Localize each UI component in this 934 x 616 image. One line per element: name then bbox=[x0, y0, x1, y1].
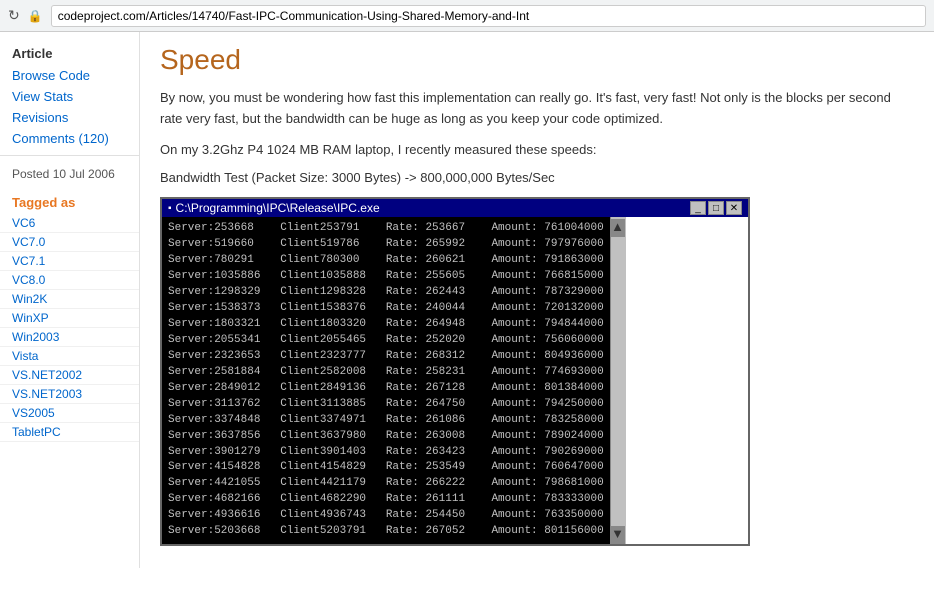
cmd-minimize-btn[interactable]: _ bbox=[690, 201, 706, 215]
cmd-line: Server:1035886 Client1035888 Rate: 25560… bbox=[168, 269, 604, 285]
cmd-line: Server:3901279 Client3901403 Rate: 26342… bbox=[168, 445, 604, 461]
cmd-line: Server:519660 Client519786 Rate: 265992 … bbox=[168, 237, 604, 253]
view-stats-link[interactable]: View Stats bbox=[0, 86, 139, 107]
section-heading: Speed bbox=[160, 44, 914, 76]
cmd-line: Server:2581884 Client2582008 Rate: 25823… bbox=[168, 365, 604, 381]
url-bar[interactable] bbox=[51, 5, 926, 27]
cmd-line: Server:2849012 Client2849136 Rate: 26712… bbox=[168, 381, 604, 397]
sidebar-tag-winxp[interactable]: WinXP bbox=[0, 309, 139, 328]
cmd-restore-btn[interactable]: □ bbox=[708, 201, 724, 215]
sidebar-tagged-label: Tagged as bbox=[0, 187, 139, 214]
sidebar-posted: Posted 10 Jul 2006 bbox=[0, 162, 139, 187]
comments-link[interactable]: Comments (120) bbox=[0, 128, 139, 149]
cmd-line: Server:2055341 Client2055465 Rate: 25202… bbox=[168, 333, 604, 349]
scrollbar-thumb-up[interactable]: ▲ bbox=[611, 219, 625, 237]
browser-bar: ↻ 🔒 bbox=[0, 0, 934, 32]
sidebar-section-label: Article bbox=[0, 40, 139, 65]
content-para-2: On my 3.2Ghz P4 1024 MB RAM laptop, I re… bbox=[160, 140, 914, 161]
sidebar-tag-vista[interactable]: Vista bbox=[0, 347, 139, 366]
cmd-line: Server:2323653 Client2323777 Rate: 26831… bbox=[168, 349, 604, 365]
sidebar-tag-vc7.0[interactable]: VC7.0 bbox=[0, 233, 139, 252]
reload-icon[interactable]: ↻ bbox=[8, 7, 20, 24]
tags-container: VC6VC7.0VC7.1VC8.0Win2KWinXPWin2003Vista… bbox=[0, 214, 139, 442]
cmd-titlebar-controls: _ □ ✕ bbox=[690, 201, 742, 215]
cmd-line: Server:780291 Client780300 Rate: 260621 … bbox=[168, 253, 604, 269]
revisions-link[interactable]: Revisions bbox=[0, 107, 139, 128]
cmd-icon: ▪ bbox=[168, 203, 172, 214]
cmd-line: Server:4154828 Client4154829 Rate: 25354… bbox=[168, 460, 604, 476]
cmd-close-btn[interactable]: ✕ bbox=[726, 201, 742, 215]
sidebar-tag-win2003[interactable]: Win2003 bbox=[0, 328, 139, 347]
sidebar-divider bbox=[0, 155, 139, 156]
lock-icon: 🔒 bbox=[28, 9, 43, 23]
sidebar-tag-vs.net2002[interactable]: VS.NET2002 bbox=[0, 366, 139, 385]
cmd-line: Server:1538373 Client1538376 Rate: 24004… bbox=[168, 301, 604, 317]
sidebar-tag-vc7.1[interactable]: VC7.1 bbox=[0, 252, 139, 271]
sidebar-tag-vc8.0[interactable]: VC8.0 bbox=[0, 271, 139, 290]
cmd-titlebar-left: ▪ C:\Programming\IPC\Release\IPC.exe bbox=[168, 201, 380, 215]
cmd-body-container: Server:253668 Client253791 Rate: 253667 … bbox=[162, 217, 748, 544]
cmd-line: Server:5203668 Client5203791 Rate: 26705… bbox=[168, 524, 604, 540]
browse-code-link[interactable]: Browse Code bbox=[0, 65, 139, 86]
cmd-line: Server:4936616 Client4936743 Rate: 25445… bbox=[168, 508, 604, 524]
content-para-1: By now, you must be wondering how fast t… bbox=[160, 88, 914, 130]
cmd-title: C:\Programming\IPC\Release\IPC.exe bbox=[176, 201, 380, 215]
page-container: Article Browse Code View Stats Revisions… bbox=[0, 32, 934, 568]
bandwidth-line: Bandwidth Test (Packet Size: 3000 Bytes)… bbox=[160, 170, 914, 185]
cmd-line: Server:4421055 Client4421179 Rate: 26622… bbox=[168, 476, 604, 492]
sidebar-tag-vs.net2003[interactable]: VS.NET2003 bbox=[0, 385, 139, 404]
cmd-scrollbar[interactable]: ▲ ▼ bbox=[610, 217, 626, 544]
sidebar-tag-win2k[interactable]: Win2K bbox=[0, 290, 139, 309]
sidebar-tag-vs2005[interactable]: VS2005 bbox=[0, 404, 139, 423]
sidebar: Article Browse Code View Stats Revisions… bbox=[0, 32, 140, 568]
sidebar-tag-vc6[interactable]: VC6 bbox=[0, 214, 139, 233]
cmd-line: Server:1803321 Client1803320 Rate: 26494… bbox=[168, 317, 604, 333]
cmd-titlebar: ▪ C:\Programming\IPC\Release\IPC.exe _ □… bbox=[162, 199, 748, 217]
main-content: Speed By now, you must be wondering how … bbox=[140, 32, 934, 568]
sidebar-tag-tabletpc[interactable]: TabletPC bbox=[0, 423, 139, 442]
cmd-body: Server:253668 Client253791 Rate: 253667 … bbox=[162, 217, 610, 544]
cmd-line: Server:253668 Client253791 Rate: 253667 … bbox=[168, 221, 604, 237]
cmd-line: Server:3637856 Client3637980 Rate: 26300… bbox=[168, 429, 604, 445]
cmd-window: ▪ C:\Programming\IPC\Release\IPC.exe _ □… bbox=[160, 197, 750, 546]
cmd-line: Server:3113762 Client3113885 Rate: 26475… bbox=[168, 397, 604, 413]
cmd-line: Server:4682166 Client4682290 Rate: 26111… bbox=[168, 492, 604, 508]
scrollbar-thumb-down[interactable]: ▼ bbox=[611, 526, 625, 544]
cmd-line: Server:1298329 Client1298328 Rate: 26244… bbox=[168, 285, 604, 301]
cmd-line: Server:3374848 Client3374971 Rate: 26108… bbox=[168, 413, 604, 429]
